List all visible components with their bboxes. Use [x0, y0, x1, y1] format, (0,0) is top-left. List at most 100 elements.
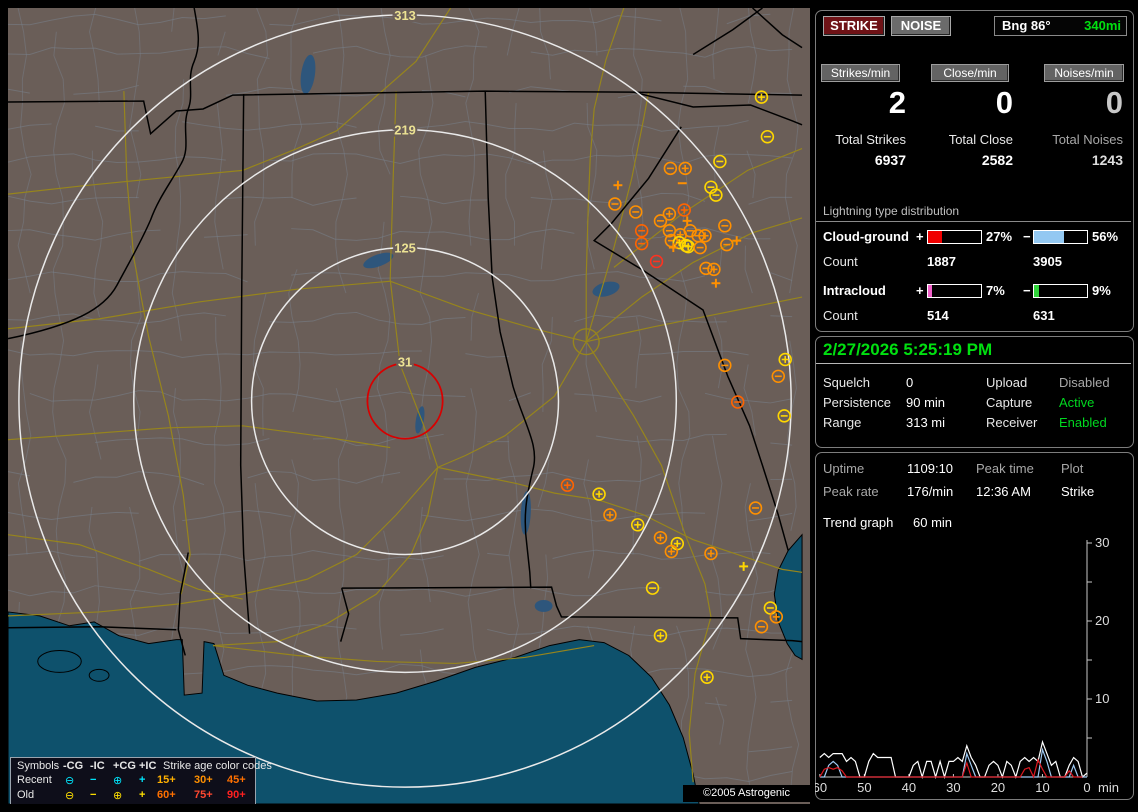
total-noises-value: 1243: [1091, 152, 1123, 168]
svg-text:125: 125: [394, 241, 415, 256]
legend-header-age-codes: Strike age color codes: [163, 760, 272, 772]
strikes-per-min-button[interactable]: Strikes/min: [821, 64, 900, 82]
map-canvas: 313 219 125 31: [8, 8, 803, 804]
ic-neg-count: 631: [1033, 308, 1055, 323]
minus-sign: −: [1023, 283, 1031, 298]
total-close-value: 2582: [981, 152, 1013, 168]
strike-cn: [718, 219, 732, 233]
intracloud-label: Intracloud: [823, 283, 886, 298]
capture-status: Active: [1059, 395, 1095, 410]
receiver-status: Enabled: [1059, 415, 1107, 430]
legend-cell: −: [90, 774, 97, 786]
strikes-per-min-value: 2: [888, 85, 906, 120]
strike-cp: [704, 546, 718, 561]
cg-pos-bar: [927, 230, 982, 244]
legend-cell: 75+: [194, 789, 213, 801]
cg-neg-bar: [1033, 230, 1088, 244]
map-legend: Symbols -CG -IC +CG +IC Strike age color…: [10, 757, 272, 804]
bearing-readout: Bng 86° 340mi: [994, 16, 1127, 36]
persistence-label: Persistence: [823, 395, 891, 410]
strike-ip: [613, 180, 623, 190]
range-label: Range: [823, 415, 862, 430]
peak-rate-value: 176/min: [907, 484, 954, 499]
strike-ip: [682, 216, 692, 226]
strike-cn: [628, 205, 643, 219]
svg-text:31: 31: [398, 354, 412, 369]
total-close-label: Total Close: [948, 132, 1013, 147]
strike-cn: [754, 620, 769, 634]
lightning-map[interactable]: 313 219 125 31 Symbols -CG -IC +CG +IC Stri…: [8, 8, 810, 804]
strike-cp: [653, 530, 668, 545]
strike-stats-panel: STRIKE NOISE Bng 86° 340mi Strikes/min C…: [815, 10, 1134, 332]
legend-cell: ⊖: [65, 790, 75, 802]
close-per-min-button[interactable]: Close/min: [931, 64, 1009, 82]
uptime-value: 1109:10: [907, 461, 954, 476]
app-window: { "map": { "center": {"x": 409, "y": 405…: [0, 0, 1138, 812]
legend-cell: +: [139, 789, 146, 801]
trend-panel: Uptime 1109:10 Peak time Plot Peak rate …: [815, 452, 1134, 800]
legend-header-neg-cg: -CG: [63, 760, 84, 772]
cg-pos-count: 1887: [927, 254, 956, 269]
squelch-label: Squelch: [823, 375, 870, 390]
strike-cn: [760, 129, 775, 144]
strike-cp: [700, 670, 714, 685]
peak-rate-label: Peak rate: [823, 484, 879, 499]
datetime-divider: [816, 363, 1131, 364]
ic-neg-pct: 9%: [1092, 283, 1111, 298]
plot-label: Plot: [1061, 461, 1084, 476]
strike-cp: [560, 478, 575, 492]
bearing-value: Bng 86°: [1002, 18, 1051, 33]
squelch-value: 0: [906, 375, 914, 390]
strike-cn: [748, 501, 763, 515]
legend-cell: 90+: [227, 789, 246, 801]
legend-header-symbols: Symbols: [17, 760, 60, 772]
trend-window-value: 60 min: [913, 515, 953, 530]
legend-cell: ⊕: [113, 775, 123, 787]
strike-cp: [754, 90, 769, 104]
ic-pos-bar: [927, 284, 982, 298]
ic-pos-pct: 7%: [986, 283, 1005, 298]
total-strikes-label: Total Strikes: [835, 132, 906, 147]
cg-neg-count: 3905: [1033, 254, 1062, 269]
strike-cp: [664, 544, 679, 559]
legend-cell: Old: [17, 789, 35, 801]
strike-ip: [711, 278, 721, 288]
strike-cn: [653, 214, 668, 228]
strike-cn: [693, 240, 707, 255]
legend-cell: 60+: [157, 789, 176, 801]
plus-sign: +: [916, 283, 924, 298]
minus-sign: −: [1023, 229, 1031, 244]
legend-cell: 45+: [227, 774, 246, 786]
strike-cp: [603, 508, 617, 522]
copyright-bar: ©2005 Astrogenic Systems: [683, 785, 810, 802]
strike-ip: [739, 561, 749, 571]
cg-pos-pct: 27%: [986, 229, 1013, 244]
total-strikes-value: 6937: [874, 152, 906, 168]
legend-cell: +: [139, 774, 146, 786]
strike-mode-button[interactable]: STRIKE: [823, 16, 885, 36]
svg-text:313: 313: [394, 8, 415, 23]
total-noises-label: Total Noises: [1052, 132, 1123, 147]
plus-sign: +: [916, 229, 924, 244]
noises-per-min-button[interactable]: Noises/min: [1044, 64, 1124, 82]
legend-header-pos-cg: +CG: [113, 760, 136, 772]
plot-value: Strike: [1061, 484, 1095, 499]
lakes: [300, 54, 620, 612]
persistence-value: 90 min: [906, 395, 946, 410]
strike-cn: [649, 254, 664, 269]
noises-per-min-value: 0: [1105, 85, 1123, 120]
receiver-label: Receiver: [986, 415, 1038, 430]
strike-cn: [771, 369, 786, 384]
legend-cell: −: [90, 789, 97, 801]
strike-cn: [663, 161, 678, 176]
trend-graph-label: Trend graph: [823, 515, 894, 530]
strike-cp: [592, 487, 606, 501]
noise-mode-button[interactable]: NOISE: [891, 16, 951, 36]
peak-time-value: 12:36 AM: [976, 484, 1031, 499]
distribution-divider: [816, 221, 1131, 222]
bearing-distance: 340mi: [1084, 18, 1121, 33]
legend-cell: ⊖: [65, 775, 75, 787]
strike-cn: [763, 601, 778, 615]
legend-header-neg-ic: -IC: [90, 760, 105, 772]
peak-time-label: Peak time: [976, 461, 1034, 476]
